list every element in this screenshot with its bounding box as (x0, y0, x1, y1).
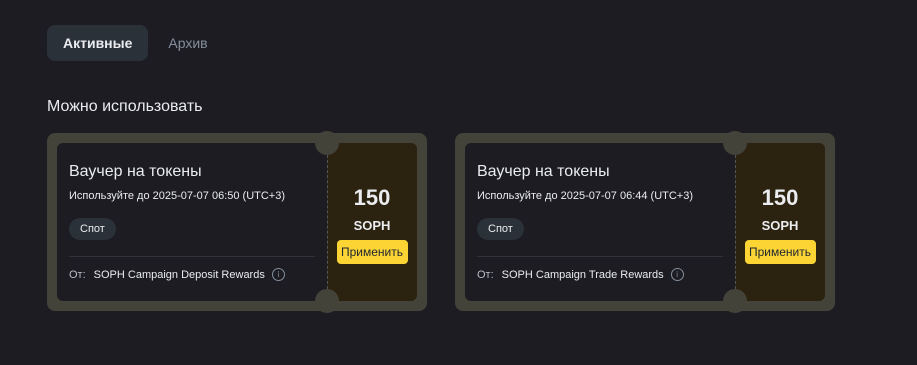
voucher-details: Ваучер на токены Используйте до 2025-07-… (57, 143, 327, 301)
voucher-card: Ваучер на токены Используйте до 2025-07-… (455, 131, 835, 313)
reward-token: SOPH (761, 218, 799, 233)
source-label: От: (69, 268, 86, 281)
ticket-notch-top (723, 131, 747, 155)
section-title: Можно использовать (47, 98, 203, 115)
voucher-expiry: Используйте до 2025-07-07 06:50 (UTC+3) (69, 190, 286, 202)
reward-token: SOPH (353, 218, 391, 233)
ticket-notch-bottom (723, 289, 747, 313)
divider-line (69, 256, 315, 257)
reward-panel: 150 SOPH Применить (327, 143, 417, 301)
voucher-ticket: Ваучер на токены Используйте до 2025-07-… (465, 131, 825, 313)
reward-panel: 150 SOPH Применить (735, 143, 825, 301)
source-name: SOPH Campaign Deposit Rewards (93, 268, 265, 281)
voucher-title: Ваучер на токены (477, 163, 610, 180)
voucher-card: Ваучер на токены Используйте до 2025-07-… (47, 131, 427, 313)
ticket-notch-top (315, 131, 339, 155)
perforation-line (735, 155, 736, 289)
info-icon[interactable]: i (670, 268, 684, 281)
divider-line (477, 256, 723, 257)
spot-badge: Спот (477, 218, 524, 240)
ticket-notch-bottom (315, 289, 339, 313)
perforation-line (327, 155, 328, 289)
source-label: От: (477, 268, 494, 281)
spot-badge: Спот (69, 218, 116, 240)
voucher-details: Ваучер на токены Используйте до 2025-07-… (465, 143, 735, 301)
info-icon[interactable]: i (271, 268, 285, 281)
apply-button[interactable]: Применить (336, 240, 408, 264)
reward-amount: 150 (761, 185, 799, 210)
voucher-source: От: SOPH Campaign Deposit Rewards i (69, 268, 285, 281)
tab-archive[interactable]: Архив (152, 25, 223, 61)
voucher-expiry: Используйте до 2025-07-07 06:44 (UTC+3) (477, 190, 694, 202)
voucher-title: Ваучер на токены (69, 163, 202, 180)
reward-amount: 150 (353, 185, 391, 210)
apply-button[interactable]: Применить (744, 240, 816, 264)
voucher-tabs: Активные Архив (47, 25, 224, 61)
voucher-ticket: Ваучер на токены Используйте до 2025-07-… (57, 131, 417, 313)
tab-active[interactable]: Активные (47, 25, 149, 61)
voucher-source: От: SOPH Campaign Trade Rewards i (477, 268, 684, 281)
source-name: SOPH Campaign Trade Rewards (501, 268, 664, 281)
